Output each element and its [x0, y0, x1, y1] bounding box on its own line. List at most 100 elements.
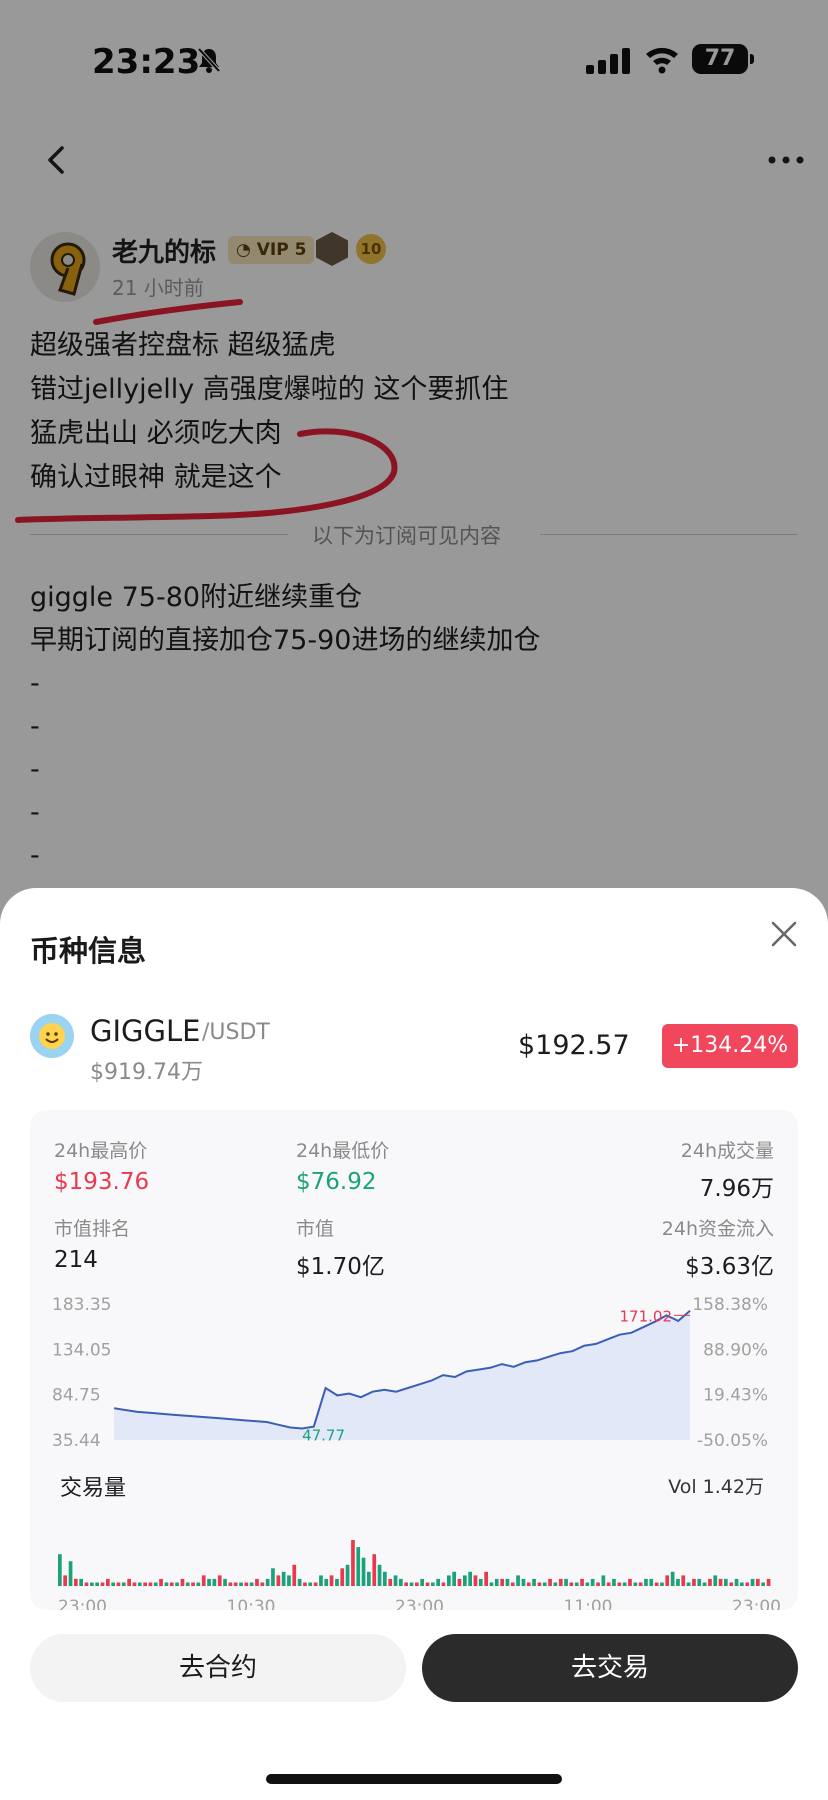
coin-quote-currency: /USDT: [202, 1020, 270, 1045]
volume-bar: [84, 1582, 89, 1586]
volume-bar: [201, 1575, 206, 1586]
volume-bar: [383, 1571, 387, 1586]
volume-bar: [569, 1582, 574, 1586]
volume-bar: [724, 1578, 728, 1586]
volume-bar: [228, 1582, 233, 1586]
volume-bar: [665, 1575, 670, 1586]
volume-bar: [542, 1582, 547, 1586]
volume-bar: [489, 1582, 494, 1586]
y-tick-right: 88.90%: [703, 1340, 768, 1360]
volume-bar: [127, 1578, 131, 1586]
volume-bar: [633, 1582, 638, 1586]
volume-bar: [686, 1582, 691, 1586]
y-tick-left: 84.75: [52, 1386, 101, 1406]
volume-bar: [95, 1582, 99, 1586]
volume-bar: [564, 1578, 568, 1586]
volume-bar: [590, 1578, 595, 1586]
volume-bar: [132, 1582, 137, 1586]
volume-bar: [713, 1575, 718, 1586]
volume-bar: [180, 1578, 185, 1586]
volume-bar: [468, 1571, 472, 1586]
volume-bar: [367, 1571, 371, 1586]
volume-bar: [431, 1582, 435, 1586]
volume-bar: [116, 1582, 121, 1586]
volume-bar: [596, 1582, 600, 1586]
volume-bar: [212, 1578, 217, 1586]
coin-logo-icon: [30, 1014, 74, 1058]
volume-bar: [404, 1582, 408, 1586]
volume-bar: [340, 1568, 345, 1586]
volume-bar: [436, 1578, 440, 1586]
volume-bar: [313, 1582, 318, 1586]
volume-bar: [441, 1582, 446, 1586]
home-indicator[interactable]: [266, 1774, 562, 1784]
volume-bar: [606, 1582, 611, 1586]
coin-market-cap: $919.74万: [90, 1060, 203, 1085]
go-trade-button[interactable]: 去交易: [422, 1634, 798, 1702]
x-tick: 23:00: [732, 1597, 781, 1610]
volume-bar: [351, 1540, 355, 1586]
price-change-badge: +134.24%: [662, 1024, 798, 1068]
volume-bar: [345, 1564, 350, 1586]
volume-bar: [121, 1582, 126, 1586]
volume-bar: [532, 1578, 536, 1586]
volume-bar: [148, 1582, 153, 1586]
volume-bar: [223, 1578, 227, 1586]
volume-bar: [521, 1578, 526, 1586]
volume-bar: [750, 1578, 755, 1586]
y-tick-right: 19.43%: [703, 1386, 768, 1406]
volume-bar: [654, 1582, 659, 1586]
volume-bar: [356, 1547, 361, 1586]
volume-bar: [409, 1582, 414, 1586]
volume-bar: [484, 1571, 488, 1586]
volume-bar: [463, 1575, 467, 1586]
volume-bar: [111, 1582, 115, 1586]
volume-bar: [676, 1578, 680, 1586]
x-tick: 23:00: [58, 1597, 107, 1610]
volume-bar: [558, 1578, 563, 1586]
volume-total: Vol 1.42万: [668, 1476, 764, 1498]
volume-bar: [308, 1582, 313, 1586]
y-tick-left: 183.35: [52, 1295, 111, 1315]
volume-bar: [377, 1564, 382, 1586]
volume-bar: [58, 1554, 62, 1586]
volume-bar: [324, 1578, 329, 1586]
volume-bar: [457, 1578, 462, 1586]
volume-bar: [553, 1582, 558, 1586]
volume-bar: [494, 1578, 499, 1586]
coin-info-sheet: 币种信息 GIGGLE /USDT $919.74万 $192.57 +134.…: [0, 888, 828, 1800]
high-annotation: 171.02: [620, 1307, 673, 1325]
volume-bar: [740, 1582, 744, 1586]
volume-bar: [601, 1575, 606, 1586]
volume-bar: [79, 1578, 83, 1586]
go-contract-button[interactable]: 去合约: [30, 1634, 406, 1702]
volume-bar: [185, 1582, 190, 1586]
y-tick-right: 158.38%: [692, 1295, 768, 1315]
volume-bar: [244, 1582, 249, 1586]
volume-bar: [175, 1582, 179, 1586]
close-icon[interactable]: [768, 918, 800, 950]
volume-bar: [697, 1578, 702, 1586]
sheet-title: 币种信息: [30, 934, 147, 968]
volume-bar: [638, 1582, 643, 1586]
volume-bar: [505, 1578, 510, 1586]
volume-bar: [372, 1554, 377, 1586]
volume-bar: [622, 1582, 627, 1586]
volume-bar: [612, 1578, 616, 1586]
volume-bar: [756, 1578, 760, 1586]
volume-bar: [745, 1582, 750, 1586]
volume-bar: [628, 1578, 632, 1586]
y-tick-left: 35.44: [52, 1431, 101, 1451]
volume-bar: [90, 1582, 94, 1586]
volume-bar: [473, 1575, 478, 1586]
volume-bar: [537, 1582, 542, 1586]
volume-bar: [516, 1575, 520, 1586]
volume-title: 交易量: [60, 1476, 127, 1501]
volume-bar: [692, 1578, 696, 1586]
volume-bar: [585, 1582, 590, 1586]
volume-bar: [196, 1582, 201, 1586]
volume-bar: [191, 1582, 195, 1586]
volume-bar: [702, 1582, 707, 1586]
low-annotation: 47.77: [302, 1427, 345, 1445]
volume-bar: [708, 1578, 712, 1586]
